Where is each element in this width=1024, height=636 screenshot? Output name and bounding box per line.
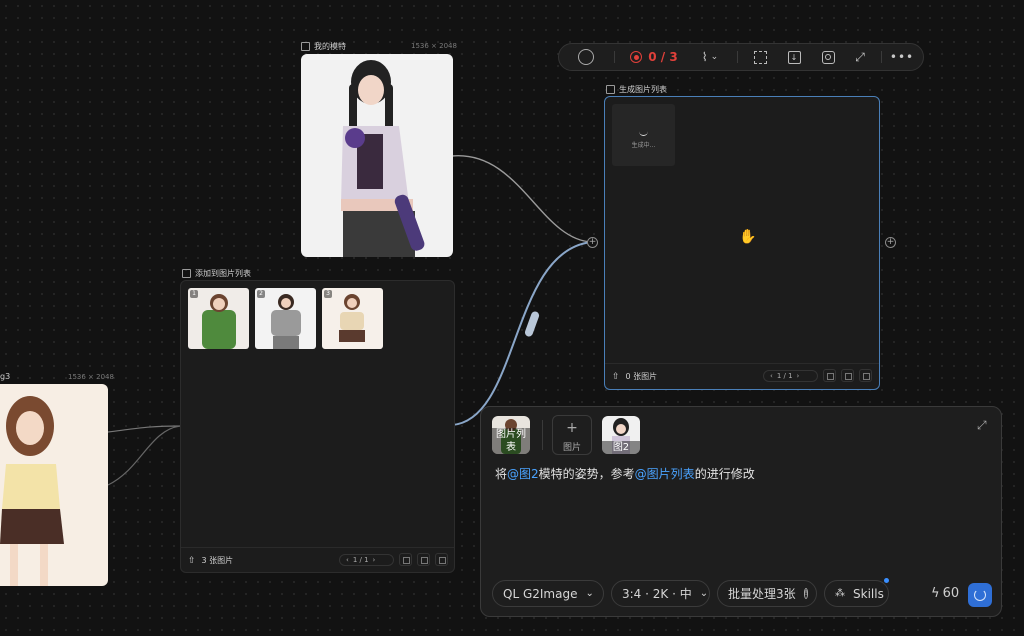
grid-view-button[interactable] (399, 553, 412, 566)
connector-icon: ⌇ (701, 50, 708, 64)
image-count: ⇧ 3 张图片 (188, 555, 234, 566)
expand-icon: ⤢ (855, 49, 865, 64)
prompt-text[interactable]: 将@图2模特的姿势，参考@图片列表的进行修改 (495, 465, 755, 482)
selection-icon (753, 50, 767, 64)
list-thumbnail[interactable]: 2 (255, 288, 316, 349)
panel-footer-divider (605, 363, 879, 364)
save-button[interactable] (417, 553, 430, 566)
toolbar-divider (881, 51, 882, 63)
select-area-button[interactable] (749, 44, 771, 70)
panel-footer-divider (181, 547, 454, 548)
canvas-toolbar: 0 / 3 ⌇ ⌄ ↓ ⤢ ••• (558, 43, 924, 71)
generated-pager[interactable]: ‹ 1 / 1 › (763, 370, 818, 382)
generated-image-panel[interactable]: 生成中... ✋ ⇧ 0 张图片 ‹ 1 / 1 › (604, 96, 880, 390)
generate-button[interactable] (968, 583, 992, 607)
model-node-title: 我的模特 (301, 41, 346, 52)
loading-spinner-icon (974, 589, 986, 601)
prompt-panel: 图片列表 + 图片 图2 ⤢ 将@图2模特的姿势，参考@图片列表的进行修改 QL… (480, 406, 1002, 617)
skills-button[interactable]: ⁂ Skills (824, 578, 889, 607)
more-icon: ••• (889, 50, 915, 64)
image-list-pager[interactable]: ‹ 1 / 1 › (339, 554, 394, 566)
mention-tag[interactable]: @图2 (507, 467, 539, 481)
model-figure-illustration (341, 60, 425, 257)
output-port[interactable]: + (885, 237, 896, 248)
expand-prompt-icon[interactable]: ⤢ (977, 418, 987, 433)
batch-button[interactable]: 批量处理3张 ! (717, 580, 817, 607)
image-list-reference[interactable]: 图片列表 (492, 416, 530, 454)
left-node-title: g3 (0, 372, 11, 381)
screenshot-button[interactable] (817, 44, 839, 70)
add-image-label: 图片 (562, 443, 581, 453)
mention-tag[interactable]: @图片列表 (635, 467, 695, 481)
add-image-icon: + (566, 420, 578, 436)
prev-page-icon: ‹ (770, 372, 773, 380)
toolbar-divider (737, 51, 738, 63)
record-button[interactable]: 0 / 3 (625, 44, 683, 70)
upload-icon: ⇧ (188, 555, 196, 566)
next-page-icon: › (372, 556, 376, 564)
add-image-button[interactable]: + 图片 (552, 415, 592, 455)
list-view-button[interactable] (435, 553, 448, 566)
model-node-dimensions: 1536 × 2048 (411, 42, 457, 50)
connector-tool-button[interactable]: ⌇ ⌄ (693, 44, 727, 70)
grid-view-button[interactable] (823, 369, 836, 382)
generating-label: 生成中... (631, 142, 656, 149)
generated-count: ⇧ 0 张图片 (612, 371, 658, 382)
generated-node-icon (606, 85, 615, 94)
fullscreen-button[interactable]: ⤢ (849, 44, 871, 70)
upload-icon: ⇧ (612, 371, 620, 382)
left-node-dimensions: 1536 × 2048 (68, 373, 114, 381)
image-list-panel: 1 2 3 ⇧ 3 张图片 ‹ 1 / 1 › (180, 280, 455, 573)
save-button[interactable] (841, 369, 854, 382)
more-button[interactable]: ••• (889, 44, 915, 70)
info-icon: ! (803, 588, 809, 599)
params-select[interactable]: 3:4 · 2K · 中 ⌄ (611, 580, 710, 607)
list-thumbnail[interactable]: 3 (322, 288, 383, 349)
model-reference[interactable]: 图2 (602, 416, 640, 454)
ref-divider (542, 420, 543, 450)
loading-spinner-icon (639, 131, 648, 136)
left-model-image[interactable] (0, 384, 108, 586)
chevron-down-icon: ⌄ (585, 588, 594, 599)
circle-tool-button[interactable] (573, 44, 599, 70)
prev-page-icon: ‹ (346, 556, 349, 564)
chevron-down-icon: ⌄ (699, 588, 709, 599)
lightning-icon: ϟ (931, 586, 940, 601)
model-image[interactable] (301, 54, 453, 257)
record-count: 0 / 3 (648, 50, 678, 64)
toolbar-divider (614, 51, 615, 63)
input-port[interactable]: + (587, 237, 598, 248)
notification-dot (884, 578, 889, 583)
chevron-down-icon: ⌄ (710, 52, 719, 62)
download-button[interactable]: ↓ (783, 44, 805, 70)
credits-display: ϟ 60 (931, 586, 960, 601)
circle-icon (578, 49, 594, 65)
generating-placeholder: 生成中... (612, 104, 675, 166)
focus-icon (821, 50, 835, 64)
download-icon: ↓ (787, 50, 801, 64)
record-icon (630, 51, 643, 63)
left-model-illustration (0, 396, 64, 586)
image-node-icon (301, 42, 310, 51)
model-select[interactable]: QL G2Image ⌄ (492, 580, 604, 607)
hand-cursor-icon: ✋ (739, 229, 757, 245)
image-list-node-icon (182, 269, 191, 278)
skills-icon: ⁂ (835, 588, 845, 599)
list-view-button[interactable] (859, 369, 872, 382)
list-thumbnail[interactable]: 1 (188, 288, 249, 349)
next-page-icon: › (796, 372, 800, 380)
generated-node-title: 生成图片列表 (606, 84, 667, 95)
image-list-node-title: 添加到图片列表 (182, 268, 251, 279)
